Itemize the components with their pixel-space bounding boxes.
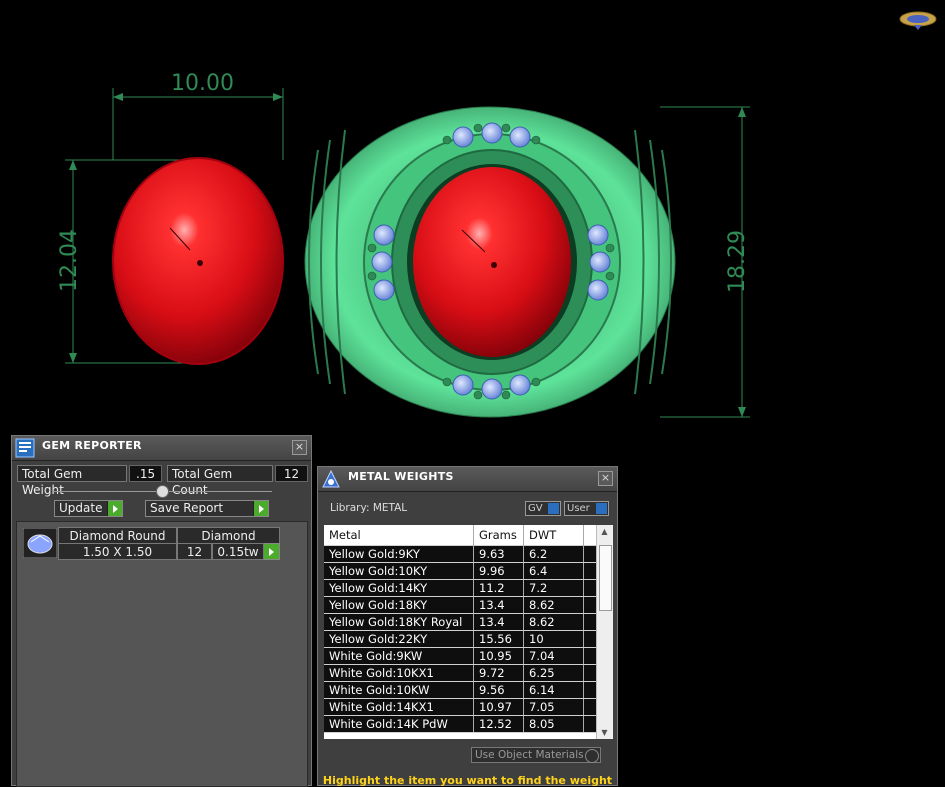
dwt-cell: 7.2 [524,580,584,596]
grams-cell: 9.63 [474,546,524,562]
metal-cell: White Gold:14K PdW [324,716,474,732]
metal-weights-titlebar[interactable]: METAL WEIGHTS × [318,467,617,492]
dwt-cell: 8.05 [524,716,584,732]
table-row[interactable]: White Gold:9KW 10.95 7.04 [324,648,596,665]
user-toggle[interactable]: User [564,501,609,516]
table-row[interactable]: Yellow Gold:18KY 13.4 8.62 [324,597,596,614]
toggle-icon [596,503,607,514]
table-row[interactable]: Yellow Gold:22KY 15.56 10 [324,631,596,648]
dim-label-ring-height: 18.29 [724,230,750,293]
gem-row-go-button[interactable] [264,543,280,560]
column-header-grams[interactable]: Grams [474,525,524,546]
column-header-metal[interactable]: Metal [324,525,474,546]
grams-cell: 13.4 [474,597,524,613]
use-object-materials-toggle[interactable]: Use Object Materials [471,747,601,763]
metal-weights-icon [322,469,340,488]
metal-cell: White Gold:10KX1 [324,665,474,681]
total-gem-count-value: 12 [275,465,308,482]
table-row[interactable]: Yellow Gold:9KY 9.63 6.2 [324,546,596,563]
save-report-button[interactable]: Save Report [145,500,269,517]
gem-weight-cell: 0.15tw [212,543,264,560]
dwt-cell: 6.14 [524,682,584,698]
play-arrow-icon [253,501,268,516]
gv-toggle[interactable]: GV [525,501,561,516]
metal-weights-title: METAL WEIGHTS [348,470,454,483]
grams-cell: 10.95 [474,648,524,664]
metal-cell: Yellow Gold:9KY [324,546,474,562]
toggle-icon [548,503,559,514]
close-icon[interactable]: × [598,471,613,486]
gem-material-cell: Diamond [177,527,280,544]
gem-reporter-titlebar[interactable]: GEM REPORTER × [12,436,311,461]
total-gem-weight-label: Total Gem Weight [17,465,127,497]
table-row[interactable]: Yellow Gold:14KY 11.2 7.2 [324,580,596,597]
metal-cell: White Gold:14KX1 [324,699,474,715]
dwt-cell: 6.25 [524,665,584,681]
metal-weights-panel: METAL WEIGHTS × Library: METAL GV User M… [317,466,618,787]
table-header: Metal Grams DWT [324,525,596,546]
grams-cell: 10.97 [474,699,524,715]
scroll-down-icon[interactable]: ▼ [599,727,610,738]
vertical-scrollbar[interactable]: ▲ ▼ [596,525,613,739]
grams-cell: 11.2 [474,580,524,596]
total-gem-weight-value: .15 [129,465,162,482]
gem-shape-cell: Diamond Round [58,527,177,544]
dim-label-gem-height: 12.04 [56,229,82,292]
table-row[interactable]: White Gold:14KX1 10.97 7.05 [324,699,596,716]
dim-label-gem-width: 10.00 [171,71,234,96]
radio-icon [585,749,599,763]
grams-cell: 13.4 [474,614,524,630]
ring-scene [65,11,937,418]
dwt-cell: 6.4 [524,563,584,579]
library-label: Library: METAL [330,502,408,514]
metal-cell: Yellow Gold:22KY [324,631,474,647]
grams-cell: 9.56 [474,682,524,698]
play-arrow-icon [264,544,279,559]
grams-cell: 12.52 [474,716,524,732]
metal-cell: Yellow Gold:10KY [324,563,474,579]
dwt-cell: 6.2 [524,546,584,562]
total-gem-count-label: Total Gem Count [167,465,273,497]
dwt-cell: 7.04 [524,648,584,664]
table-row[interactable]: Yellow Gold:10KY 9.96 6.4 [324,563,596,580]
metal-cell: White Gold:10KW [324,682,474,698]
metal-cell: Yellow Gold:14KY [324,580,474,596]
table-row[interactable]: White Gold:14K PdW 12.52 8.05 [324,716,596,733]
play-arrow-icon [107,501,122,516]
dwt-cell: 8.62 [524,597,584,613]
scroll-up-icon[interactable]: ▲ [599,526,610,537]
diamond-round-icon [23,528,57,558]
dwt-cell: 10 [524,631,584,647]
gem-size-cell: 1.50 X 1.50 [58,543,177,560]
close-icon[interactable]: × [292,440,307,455]
gem-side-view [65,88,284,365]
gem-report-icon [15,438,35,458]
update-button[interactable]: Update [54,500,123,517]
gem-reporter-panel: GEM REPORTER × Total Gem Weight .15 Tota… [11,435,312,787]
collapse-toggle-icon[interactable] [156,485,169,498]
gem-reporter-title: GEM REPORTER [42,439,142,452]
column-header-dwt[interactable]: DWT [524,525,584,546]
metal-cell: Yellow Gold:18KY Royal [324,614,474,630]
app-logo [899,11,937,30]
metal-cell: Yellow Gold:18KY [324,597,474,613]
hint-text: Highlight the item you want to find the … [322,774,613,787]
grams-cell: 9.96 [474,563,524,579]
ring-model [304,106,676,418]
metal-weights-table: Metal Grams DWT Yellow Gold:9KY 9.63 6.2 Ye… [324,525,613,739]
table-row[interactable]: Yellow Gold:18KY Royal 13.4 8.62 [324,614,596,631]
grams-cell: 9.72 [474,665,524,681]
metal-cell: White Gold:9KW [324,648,474,664]
gem-count-cell: 12 [177,543,212,560]
table-row[interactable]: White Gold:10KW 9.56 6.14 [324,682,596,699]
gem-list-row[interactable]: Diamond Round Diamond 1.50 X 1.50 12 0.1… [22,527,294,560]
gem-list: Diamond Round Diamond 1.50 X 1.50 12 0.1… [16,521,308,787]
grams-cell: 15.56 [474,631,524,647]
table-row[interactable]: White Gold:10KX1 9.72 6.25 [324,665,596,682]
dwt-cell: 8.62 [524,614,584,630]
scroll-thumb[interactable] [599,545,612,611]
dwt-cell: 7.05 [524,699,584,715]
